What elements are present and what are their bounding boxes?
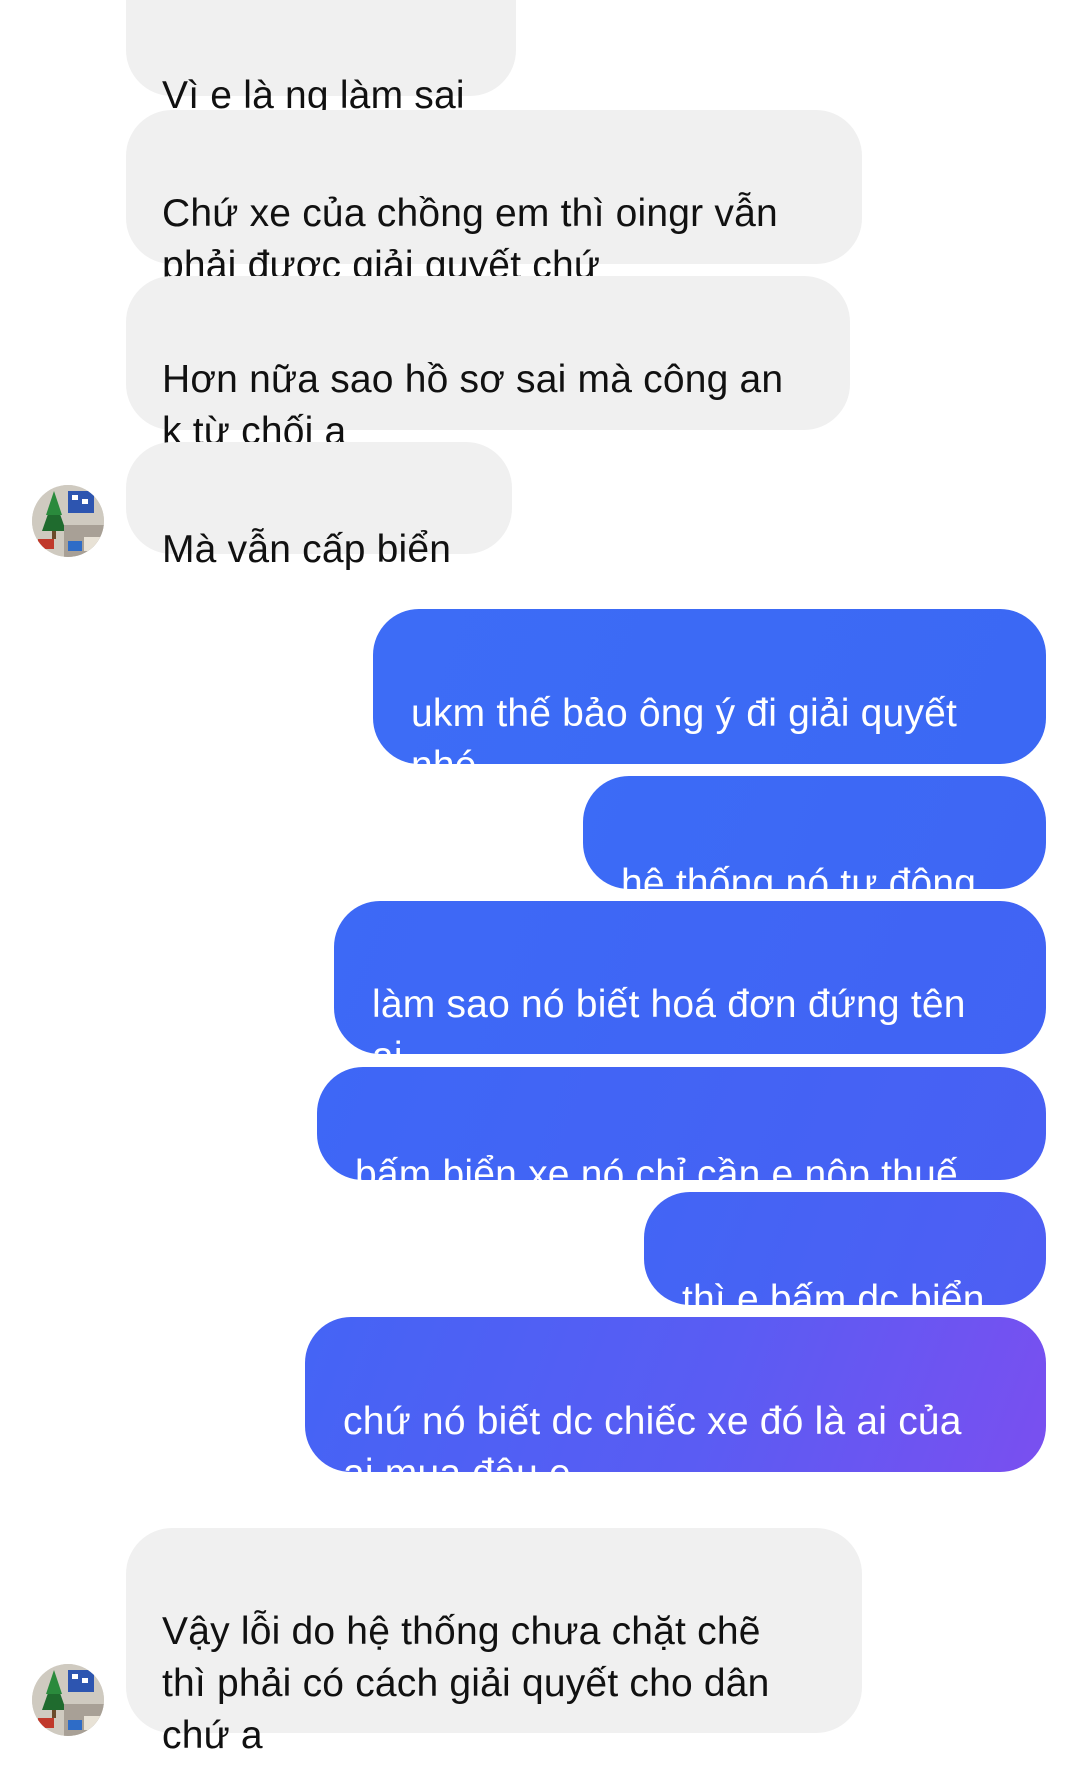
incoming-message[interactable]: Hơn nữa sao hồ sơ sai mà công an k từ ch… xyxy=(126,276,850,453)
message-text: chứ nó biết dc chiếc xe đó là ai của ai … xyxy=(343,1400,962,1495)
incoming-message[interactable]: Vì e là ng làm sai xyxy=(126,0,516,117)
outgoing-message[interactable]: ukm thế bảo ông ý đi giải quyết nhé xyxy=(373,609,1046,787)
message-text: Hơn nữa sao hồ sơ sai mà công an k từ ch… xyxy=(162,358,784,453)
incoming-message[interactable]: Mà vẫn cấp biển xyxy=(126,442,512,571)
outgoing-message[interactable]: làm sao nó biết hoá đơn đứng tên ai xyxy=(334,901,1046,1078)
bottom-edge xyxy=(0,1764,1080,1774)
incoming-message[interactable]: Chứ xe của chồng em thì oingr vẫn phải đ… xyxy=(126,110,862,287)
outgoing-message[interactable]: thì e bấm dc biển xyxy=(644,1192,1046,1321)
message-text: ukm thế bảo ông ý đi giải quyết nhé xyxy=(411,692,958,787)
message-text: Mà vẫn cấp biển xyxy=(162,528,452,571)
contact-avatar-icon[interactable] xyxy=(32,1664,104,1736)
message-text: Vậy lỗi do hệ thống chưa chặt chẽ thì ph… xyxy=(162,1610,770,1757)
message-text: thì e bấm dc biển xyxy=(682,1278,985,1321)
message-text: làm sao nó biết hoá đơn đứng tên ai xyxy=(372,983,966,1078)
outgoing-message[interactable]: hệ thống nó tự động xyxy=(583,776,1046,905)
outgoing-message[interactable]: bấm biển xe nó chỉ cần e nộp thuế xyxy=(317,1067,1046,1196)
message-text: Chứ xe của chồng em thì oingr vẫn phải đ… xyxy=(162,192,778,287)
outgoing-message[interactable]: chứ nó biết dc chiếc xe đó là ai của ai … xyxy=(305,1317,1046,1495)
incoming-message[interactable]: Vậy lỗi do hệ thống chưa chặt chẽ thì ph… xyxy=(126,1528,862,1757)
message-text: hệ thống nó tự động xyxy=(621,862,977,905)
message-text: bấm biển xe nó chỉ cần e nộp thuế xyxy=(355,1153,958,1196)
contact-avatar-icon[interactable] xyxy=(32,485,104,557)
